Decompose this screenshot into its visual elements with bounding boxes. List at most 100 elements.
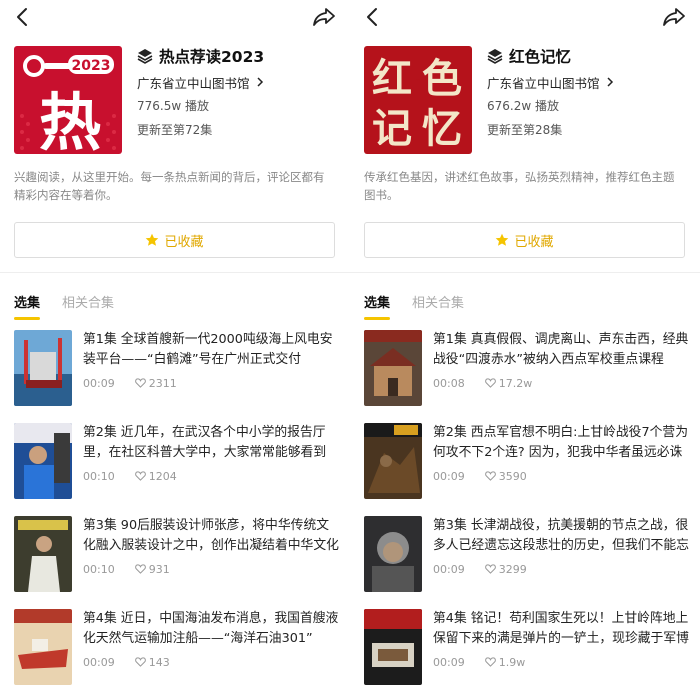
share-icon[interactable] <box>662 6 686 28</box>
favorite-button[interactable]: 已收藏 <box>14 222 335 258</box>
episode-meta: 00:10 931 <box>83 561 170 577</box>
section-separator <box>0 272 350 273</box>
tab-related-collections[interactable]: 相关合集 <box>62 292 114 311</box>
episode-duration: 00:09 <box>83 376 115 390</box>
episode-meta: 00:09 3590 <box>433 468 527 484</box>
episode-duration: 00:08 <box>433 376 465 390</box>
episode-meta: 00:09 143 <box>83 654 170 670</box>
episode-item[interactable]: 第3集 长津湖战役，抗美援朝的节点之战，很多人已经遗忘这段悲壮的历史，但我们不能… <box>364 516 689 594</box>
episode-title: 第3集 90后服装设计师张彦，将中华传统文化融入服装设计之中，创作出凝结着中华文… <box>83 518 339 553</box>
album-cover[interactable]: 2023 热 <box>14 46 122 154</box>
episode-item[interactable]: 第1集 真真假假、调虎离山、声东击西，经典战役“四渡赤水”被纳入西点军校重点课程… <box>364 330 688 408</box>
update-status: 更新至第72集 <box>137 123 213 137</box>
library-link[interactable]: 广东省立中山图书馆 <box>137 73 337 91</box>
favorite-button[interactable]: 已收藏 <box>364 222 685 258</box>
episode-title: 第2集 近几年，在武汉各个中小学的报告厅里，在社区科普大学中，大家常常能够看到 <box>83 425 327 460</box>
episode-item[interactable]: 第4集 铭记！苟利国家生死以！上甘岭阵地上保留下来的满是弹片的一铲土，现珍藏于军… <box>364 609 689 687</box>
episode-duration: 00:09 <box>433 655 465 669</box>
tab-active-indicator <box>364 317 390 320</box>
heart-icon <box>484 471 496 481</box>
play-count: 776.5w 播放 <box>137 99 209 113</box>
episode-item[interactable]: 第4集 近日，中国海油发布消息，我国首艘液化天然气运输加注船——“海洋石油301… <box>14 609 338 687</box>
episode-meta: 00:10 1204 <box>83 468 177 484</box>
episode-item[interactable]: 第1集 全球首艘新一代2000吨级海上风电安装平台——“白鹤滩”号在广州正式交付… <box>14 330 338 408</box>
episode-likes: 2311 <box>148 376 177 390</box>
episode-duration: 00:10 <box>83 562 115 576</box>
album-title: 红色记忆 <box>509 48 572 66</box>
chevron-right-icon <box>606 77 613 87</box>
tab-active-indicator <box>14 317 40 320</box>
favorite-label: 已收藏 <box>514 234 554 250</box>
episode-title: 第4集 近日，中国海油发布消息，我国首艘液化天然气运输加注船——“海洋石油301… <box>83 611 339 646</box>
back-icon[interactable] <box>12 6 34 28</box>
album-info: 红色记忆 广东省立中山图书馆 676.2w 播放 更新至第28集 <box>487 46 687 137</box>
episode-duration: 00:09 <box>433 562 465 576</box>
svg-text:红: 红 <box>372 55 412 102</box>
episode-title: 第1集 真真假假、调虎离山、声东击西，经典战役“四渡赤水”被纳入西点军校重点课程 <box>433 332 689 367</box>
heart-icon <box>484 657 496 667</box>
episode-thumbnail <box>14 516 72 592</box>
episode-duration: 00:10 <box>83 469 115 483</box>
heart-icon <box>134 657 146 667</box>
album-description: 传承红色基因，讲述红色故事，弘扬英烈精神，推荐红色主题图书。 <box>364 170 675 202</box>
episode-thumbnail <box>364 516 422 592</box>
play-count: 676.2w 播放 <box>487 99 559 113</box>
episode-thumbnail <box>364 423 422 499</box>
heart-icon <box>484 378 496 388</box>
episode-thumbnail <box>364 330 422 406</box>
tab-episodes[interactable]: 选集 <box>14 292 40 311</box>
heart-icon <box>134 378 146 388</box>
heart-icon <box>134 471 146 481</box>
back-icon[interactable] <box>362 6 384 28</box>
cover-badge: 2023 <box>72 58 111 74</box>
heart-icon <box>134 564 146 574</box>
episode-meta: 00:09 3299 <box>433 561 527 577</box>
library-link[interactable]: 广东省立中山图书馆 <box>487 73 687 91</box>
album-cover[interactable]: 红色记忆 红 色 记 忆 <box>364 46 472 154</box>
album-panel-red-memory: 红色记忆 红 色 记 忆 红色记忆 广东省立中山图书馆 676.2w 播放 更新… <box>350 0 700 698</box>
heart-icon <box>484 564 496 574</box>
episode-title: 第2集 西点军官想不明白:上甘岭战役7个营为何攻不下2个连? 因为，犯我中华者虽… <box>433 425 689 460</box>
episode-likes: 143 <box>148 655 170 669</box>
cover-title: 热 <box>39 86 101 154</box>
tab-episodes[interactable]: 选集 <box>364 292 390 311</box>
episode-title: 第3集 长津湖战役，抗美援朝的节点之战，很多人已经遗忘这段悲壮的历史，但我们不能… <box>433 518 689 553</box>
episode-meta: 00:09 2311 <box>83 375 177 391</box>
episode-title: 第1集 全球首艘新一代2000吨级海上风电安装平台——“白鹤滩”号在广州正式交付 <box>83 332 333 367</box>
episode-thumbnail <box>14 423 72 499</box>
star-icon <box>146 233 159 246</box>
chevron-right-icon <box>256 77 263 87</box>
stack-icon <box>487 49 503 64</box>
episode-likes: 931 <box>148 562 170 576</box>
section-separator <box>350 272 700 273</box>
top-bar <box>0 0 350 34</box>
share-icon[interactable] <box>312 6 336 28</box>
episode-duration: 00:09 <box>433 469 465 483</box>
episode-item[interactable]: 第2集 西点军官想不明白:上甘岭战役7个营为何攻不下2个连? 因为，犯我中华者虽… <box>364 423 688 501</box>
episode-likes: 3590 <box>498 469 527 483</box>
tab-related-collections[interactable]: 相关合集 <box>412 292 464 311</box>
album-panel-hot-reads: 2023 热 热点荐读2023 广东省立中山图书馆 776.5w 播放 更新至第… <box>0 0 350 698</box>
episode-item[interactable]: 第3集 90后服装设计师张彦，将中华传统文化融入服装设计之中，创作出凝结着中华文… <box>14 516 339 594</box>
episode-meta: 00:08 17.2w <box>433 375 532 391</box>
svg-text:色: 色 <box>422 55 462 102</box>
library-name: 广东省立中山图书馆 <box>487 75 600 91</box>
episode-thumbnail <box>364 609 422 685</box>
stack-icon <box>137 49 153 64</box>
episode-meta: 00:09 1.9w <box>433 654 525 670</box>
episode-likes: 3299 <box>498 562 527 576</box>
episode-likes: 1.9w <box>498 655 526 669</box>
album-title: 热点荐读2023 <box>159 48 265 66</box>
episode-duration: 00:09 <box>83 655 115 669</box>
album-description: 兴趣阅读，从这里开始。每一条热点新闻的背后，评论区都有精彩内容在等着你。 <box>14 170 325 202</box>
favorite-label: 已收藏 <box>164 234 204 250</box>
episode-thumbnail <box>14 609 72 685</box>
album-info: 热点荐读2023 广东省立中山图书馆 776.5w 播放 更新至第72集 <box>137 46 337 137</box>
library-name: 广东省立中山图书馆 <box>137 75 250 91</box>
episode-item[interactable]: 第2集 近几年，在武汉各个中小学的报告厅里，在社区科普大学中，大家常常能够看到 … <box>14 423 338 501</box>
svg-text:忆: 忆 <box>422 105 462 152</box>
update-status: 更新至第28集 <box>487 123 563 137</box>
episode-likes: 1204 <box>148 469 177 483</box>
svg-text:记: 记 <box>372 105 412 152</box>
episode-thumbnail <box>14 330 72 406</box>
